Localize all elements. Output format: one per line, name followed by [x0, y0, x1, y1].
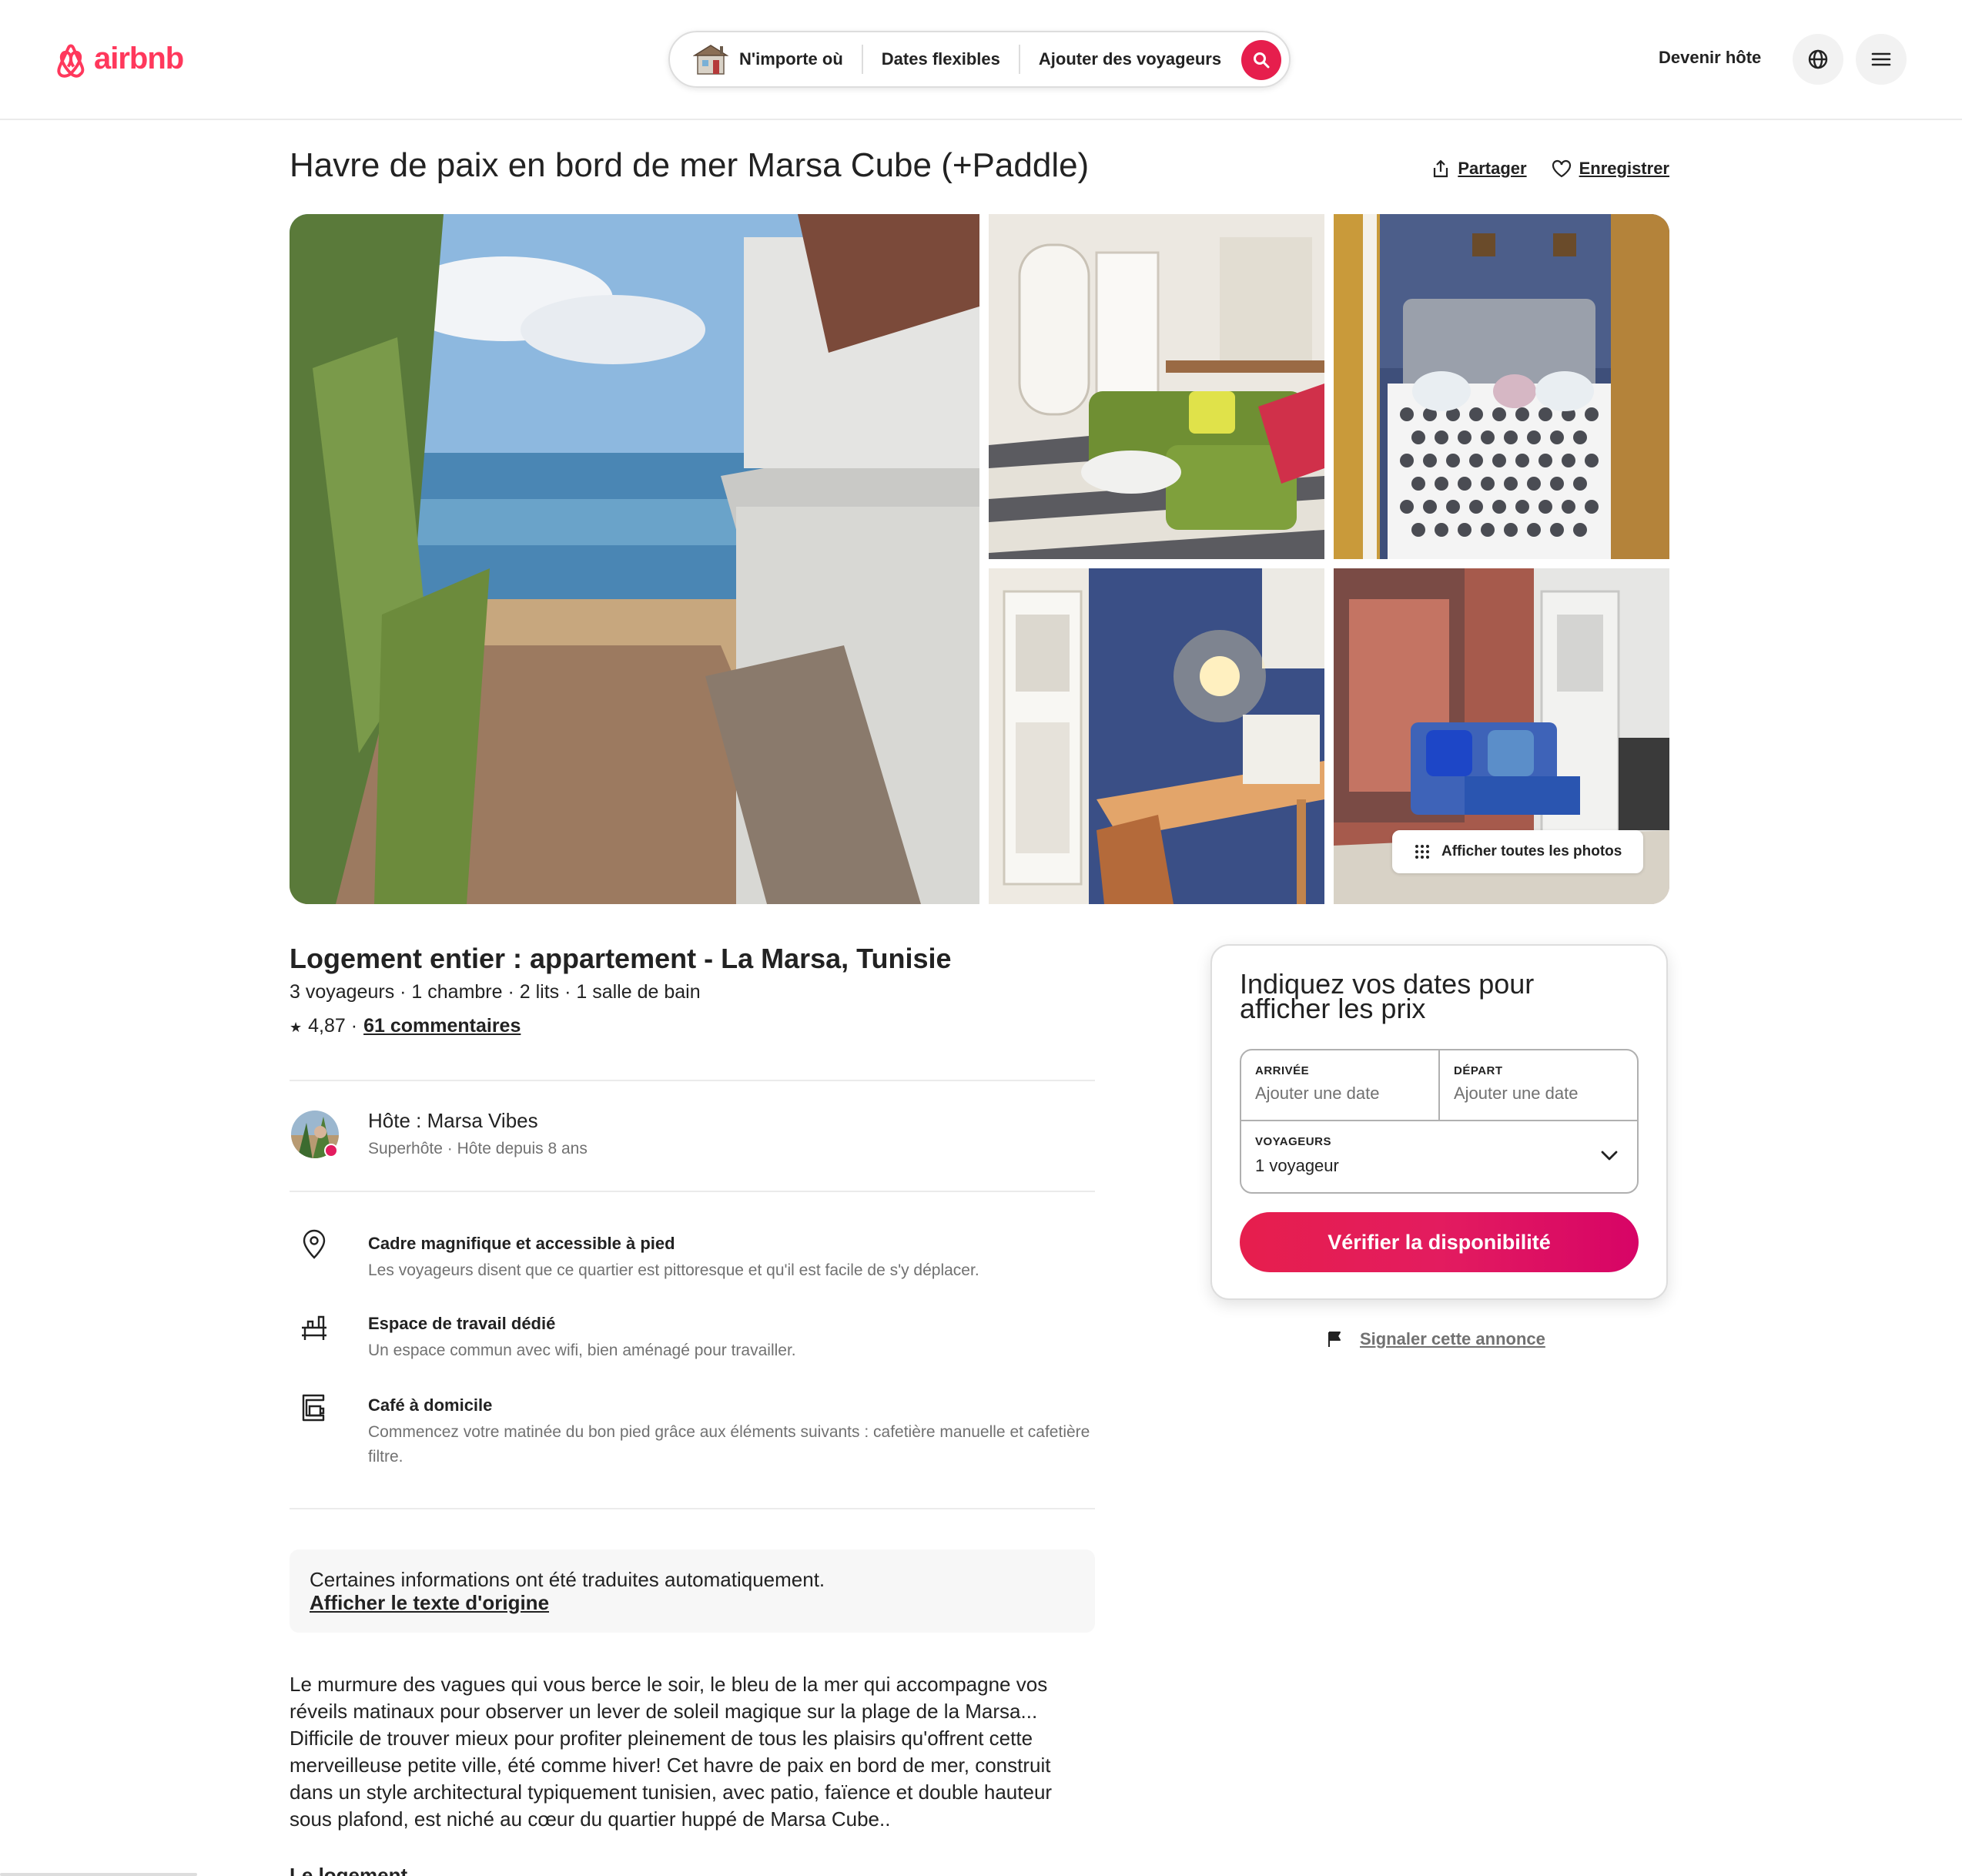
search-who[interactable]: Ajouter des voyageurs [1020, 49, 1240, 69]
photo-workspace[interactable] [989, 568, 1324, 904]
divider [290, 1508, 1095, 1509]
booking-card: Indiquez vos dates pour afficher les pri… [1210, 944, 1668, 1300]
checkout-value: Ajouter une date [1454, 1084, 1579, 1103]
photo-living-room[interactable] [989, 214, 1324, 559]
title-actions: Partager Enregistrer [1431, 159, 1669, 179]
checkin-label: ARRIVÉE [1255, 1064, 1310, 1077]
chevron-down-icon [1601, 1151, 1618, 1161]
search-icon [1254, 52, 1270, 69]
show-all-photos-label: Afficher toutes les photos [1441, 843, 1622, 859]
rating-row: ★ 4,87 · 61 commentaires [290, 1015, 521, 1040]
save-label: Enregistrer [1579, 159, 1669, 178]
booking-card-title: Indiquez vos dates pour afficher les pri… [1240, 968, 1535, 1024]
desk-icon [302, 1315, 326, 1340]
language-button[interactable] [1793, 34, 1843, 85]
top-header: airbnb N'importe où Dates flexibles Ajou… [0, 0, 1962, 120]
flag-icon [1328, 1332, 1341, 1347]
highlight-title: Espace de travail dédié [368, 1314, 556, 1333]
checkin-field[interactable]: ARRIVÉE Ajouter une date [1241, 1050, 1440, 1120]
airbnb-logo-icon [57, 44, 85, 78]
star-icon: ★ [290, 1020, 303, 1035]
bottom-edge-bar [0, 1873, 197, 1876]
become-host-link[interactable]: Devenir hôte [1659, 48, 1761, 68]
share-icon [1434, 159, 1448, 178]
listing-description: Le murmure des vagues qui vous berce le … [290, 1673, 1053, 1831]
airbnb-logo[interactable]: airbnb [52, 39, 184, 79]
date-guest-selector: ARRIVÉE Ajouter une date DÉPART Ajouter … [1240, 1049, 1639, 1194]
check-availability-button[interactable]: Vérifier la disponibilité [1240, 1212, 1639, 1272]
save-button[interactable]: Enregistrer [1552, 159, 1669, 179]
highlight-description: Commencez votre matinée du bon pied grâc… [368, 1423, 1090, 1466]
search-bar[interactable]: N'importe où Dates flexibles Ajouter des… [668, 31, 1291, 88]
globe-icon [1808, 49, 1828, 69]
host-avatar[interactable] [290, 1109, 340, 1160]
photo-gallery [290, 214, 1669, 904]
airbnb-wordmark: airbnb [94, 41, 184, 75]
checkout-label: DÉPART [1454, 1064, 1503, 1077]
host-name: Hôte : Marsa Vibes [368, 1109, 538, 1132]
search-where[interactable]: N'importe où [739, 49, 862, 69]
listing-title: Havre de paix en bord de mer Marsa Cube … [290, 146, 1090, 184]
share-button[interactable]: Partager [1431, 159, 1527, 179]
heart-icon [1552, 159, 1571, 178]
grid-icon [1415, 845, 1429, 859]
guests-value: 1 voyageur [1255, 1156, 1339, 1175]
translation-notice: Certaines informations ont été traduites… [290, 1549, 1095, 1633]
photo-bedroom[interactable] [1334, 214, 1669, 559]
guests-selector[interactable]: VOYAGEURS 1 voyageur [1241, 1120, 1637, 1192]
rating-value: 4,87 · [308, 1015, 358, 1037]
reviews-link[interactable]: 61 commentaires [363, 1015, 521, 1040]
photo-main-beach[interactable] [290, 214, 979, 904]
house-icon [693, 45, 728, 75]
search-when[interactable]: Dates flexibles [863, 49, 1019, 69]
section-heading: Le logement [290, 1864, 408, 1876]
main-menu-button[interactable] [1856, 34, 1907, 85]
menu-icon [1871, 52, 1891, 66]
listing-subtitle: Logement entier : appartement - La Marsa… [290, 943, 952, 974]
divider [290, 1080, 1095, 1081]
listing-capacity: 3 voyageurs · 1 chambre · 2 lits · 1 sal… [290, 981, 701, 1003]
host-meta: Superhôte · Hôte depuis 8 ans [368, 1140, 588, 1157]
show-original-link[interactable]: Afficher le texte d'origine [310, 1591, 1075, 1614]
search-button[interactable] [1241, 40, 1281, 80]
show-all-photos-button[interactable]: Afficher toutes les photos [1392, 830, 1644, 873]
highlight-description: Les voyageurs disent que ce quartier est… [368, 1261, 979, 1279]
highlight-title: Café à domicile [368, 1395, 493, 1415]
report-listing[interactable]: Signaler cette annonce [1326, 1329, 1545, 1349]
share-label: Partager [1458, 159, 1527, 178]
checkin-value: Ajouter une date [1255, 1084, 1380, 1103]
guests-label: VOYAGEURS [1255, 1135, 1331, 1148]
highlight-title: Cadre magnifique et accessible à pied [368, 1234, 675, 1253]
translation-notice-text: Certaines informations ont été traduites… [310, 1568, 825, 1591]
coffee-maker-icon [302, 1394, 325, 1422]
report-listing-link[interactable]: Signaler cette annonce [1360, 1329, 1545, 1349]
checkout-field[interactable]: DÉPART Ajouter une date [1440, 1050, 1637, 1120]
location-pin-icon [303, 1229, 326, 1259]
highlight-description: Un espace commun avec wifi, bien aménagé… [368, 1342, 796, 1359]
divider [290, 1191, 1095, 1192]
